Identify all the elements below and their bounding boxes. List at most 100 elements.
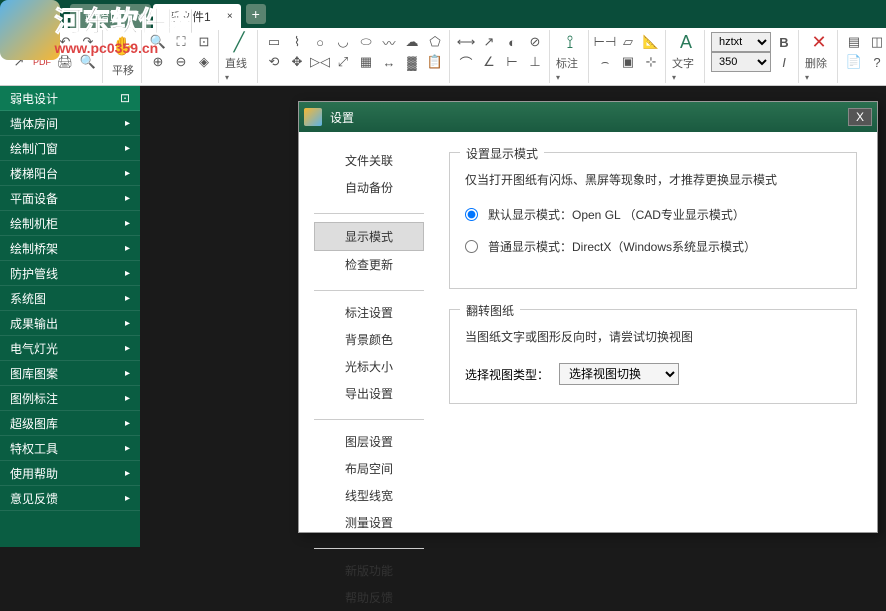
- text-icon[interactable]: A: [672, 32, 700, 53]
- bold-icon[interactable]: B: [774, 32, 794, 52]
- dim-dia-icon[interactable]: ⊘: [525, 32, 545, 52]
- open-icon[interactable]: 📂: [9, 32, 29, 52]
- close-button[interactable]: X: [848, 108, 872, 126]
- sidebar-item-help[interactable]: 使用帮助▸: [0, 461, 140, 486]
- line-icon[interactable]: ╱: [225, 32, 253, 53]
- dlg-nav-fileassoc[interactable]: 文件关联: [314, 147, 424, 174]
- expand-icon[interactable]: ⊡: [120, 91, 130, 105]
- dlg-nav-annot[interactable]: 标注设置: [314, 299, 424, 326]
- tab-start[interactable]: 起始页 ×: [70, 4, 151, 28]
- measure-arc-icon[interactable]: ⌢: [595, 52, 615, 72]
- chevron-down-icon[interactable]: ▾: [556, 73, 560, 82]
- sidebar-item-feedback[interactable]: 意见反馈▸: [0, 486, 140, 511]
- search-icon[interactable]: 🔍: [78, 52, 98, 72]
- font-select[interactable]: hztxt: [711, 32, 771, 52]
- stretch-icon[interactable]: ↔: [379, 52, 399, 72]
- dlg-nav-cursor[interactable]: 光标大小: [314, 353, 424, 380]
- measure-dist-icon[interactable]: ⊢⊣: [595, 32, 615, 52]
- spline-icon[interactable]: 〰: [379, 32, 399, 52]
- sidebar-item-superlib[interactable]: 超级图库▸: [0, 411, 140, 436]
- dlg-nav-display[interactable]: 显示模式: [314, 222, 424, 251]
- size-select[interactable]: 350: [711, 52, 771, 72]
- measure-ang-icon[interactable]: 📐: [641, 32, 661, 52]
- canvas-area[interactable]: 设置 X 文件关联 自动备份 显示模式 检查更新 标注设置: [140, 86, 886, 547]
- measure-vol-icon[interactable]: ▣: [618, 52, 638, 72]
- rotate-icon[interactable]: ⟲: [264, 52, 284, 72]
- export-icon[interactable]: ↗: [9, 52, 29, 72]
- dlg-nav-helpfb[interactable]: 帮助反馈: [314, 584, 424, 611]
- dlg-nav-layer[interactable]: 图层设置: [314, 428, 424, 455]
- scale-icon[interactable]: ⤢: [333, 52, 353, 72]
- dlg-nav-export[interactable]: 导出设置: [314, 380, 424, 407]
- chevron-down-icon[interactable]: ▾: [672, 73, 676, 82]
- prop-icon[interactable]: 📄: [844, 52, 864, 72]
- ellipse-icon[interactable]: ⬭: [356, 32, 376, 52]
- measure-area-icon[interactable]: ▱: [618, 32, 638, 52]
- dlg-nav-whatsnew[interactable]: 新版功能: [314, 557, 424, 584]
- sidebar-item-light[interactable]: 电气灯光▸: [0, 336, 140, 361]
- new-tab-button[interactable]: +: [246, 4, 266, 24]
- dlg-nav-measure[interactable]: 测量设置: [314, 509, 424, 536]
- layer-icon[interactable]: ▤: [844, 32, 864, 52]
- zoom-icon[interactable]: 🔍: [148, 32, 168, 52]
- zoom-extents-icon[interactable]: ⊡: [194, 32, 214, 52]
- radio-input-directx[interactable]: [465, 240, 478, 253]
- sidebar-item-legend[interactable]: 图例标注▸: [0, 386, 140, 411]
- dlg-nav-backup[interactable]: 自动备份: [314, 174, 424, 201]
- pdf-icon[interactable]: PDF: [32, 52, 52, 72]
- annotation-icon[interactable]: ⟟: [556, 32, 584, 53]
- fill-icon[interactable]: ▓: [402, 52, 422, 72]
- dim-arc-icon[interactable]: ⌒: [456, 52, 476, 72]
- dlg-nav-layout[interactable]: 布局空间: [314, 455, 424, 482]
- chevron-down-icon[interactable]: ▾: [225, 73, 229, 82]
- sidebar-item-tools[interactable]: 特权工具▸: [0, 436, 140, 461]
- polygon-icon[interactable]: ⬠: [425, 32, 445, 52]
- zoom-in-icon[interactable]: ⊕: [148, 52, 168, 72]
- sidebar-item-wall[interactable]: 墙体房间▸: [0, 111, 140, 136]
- print-icon[interactable]: 🖨: [55, 52, 75, 72]
- close-icon[interactable]: ×: [227, 11, 233, 22]
- close-icon[interactable]: ×: [137, 11, 143, 22]
- pan-icon[interactable]: ✋: [109, 32, 137, 60]
- dlg-nav-linewidth[interactable]: 线型线宽: [314, 482, 424, 509]
- radio-directx[interactable]: 普通显示模式：DirectX（Windows系统显示模式）: [465, 238, 841, 255]
- block-icon[interactable]: ◫: [867, 32, 886, 52]
- circle-icon[interactable]: ○: [310, 32, 330, 52]
- pattern-icon[interactable]: ▦: [356, 52, 376, 72]
- zoom-window-icon[interactable]: ⛶: [171, 32, 191, 52]
- polyline-icon[interactable]: ⌇: [287, 32, 307, 52]
- help-icon[interactable]: ?: [867, 52, 886, 72]
- dim-cont-icon[interactable]: ⊢: [502, 52, 522, 72]
- sidebar-item-door[interactable]: 绘制门窗▸: [0, 136, 140, 161]
- delete-icon[interactable]: ✕: [805, 32, 833, 53]
- dim-ord-icon[interactable]: ⊥: [525, 52, 545, 72]
- sidebar-item-output[interactable]: 成果输出▸: [0, 311, 140, 336]
- dim-ang-icon[interactable]: ∠: [479, 52, 499, 72]
- sidebar-item-system[interactable]: 系统图▸: [0, 286, 140, 311]
- measure-coord-icon[interactable]: ⊹: [641, 52, 661, 72]
- dlg-nav-bgcolor[interactable]: 背景颜色: [314, 326, 424, 353]
- tab-newfile[interactable]: 新文件1 ×: [153, 4, 241, 28]
- sidebar-item-libpattern[interactable]: 图库图案▸: [0, 361, 140, 386]
- zoom-out-icon[interactable]: ⊖: [171, 52, 191, 72]
- sidebar-item-cabinet[interactable]: 绘制机柜▸: [0, 211, 140, 236]
- dim-linear-icon[interactable]: ⟷: [456, 32, 476, 52]
- dlg-nav-update[interactable]: 检查更新: [314, 251, 424, 278]
- dim-aligned-icon[interactable]: ↗: [479, 32, 499, 52]
- redo-icon[interactable]: ↷: [78, 32, 98, 52]
- radio-opengl[interactable]: 默认显示模式：Open GL （CAD专业显示模式）: [465, 206, 841, 223]
- rect-icon[interactable]: ▭: [264, 32, 284, 52]
- cloud-icon[interactable]: ☁: [402, 32, 422, 52]
- sidebar-item-weakelec[interactable]: 弱电设计⊡: [0, 86, 140, 111]
- dim-radius-icon[interactable]: ◐: [502, 32, 522, 52]
- save-icon[interactable]: 💾: [32, 32, 52, 52]
- sidebar-item-pipe[interactable]: 防护管线▸: [0, 261, 140, 286]
- sidebar-item-equip[interactable]: 平面设备▸: [0, 186, 140, 211]
- sidebar-item-bridge[interactable]: 绘制桥架▸: [0, 236, 140, 261]
- italic-icon[interactable]: I: [774, 52, 794, 72]
- move-icon[interactable]: ✥: [287, 52, 307, 72]
- radio-input-opengl[interactable]: [465, 208, 478, 221]
- sidebar-item-stairs[interactable]: 楼梯阳台▸: [0, 161, 140, 186]
- view-select[interactable]: 选择视图切换: [559, 363, 679, 385]
- mirror-icon[interactable]: ▷◁: [310, 52, 330, 72]
